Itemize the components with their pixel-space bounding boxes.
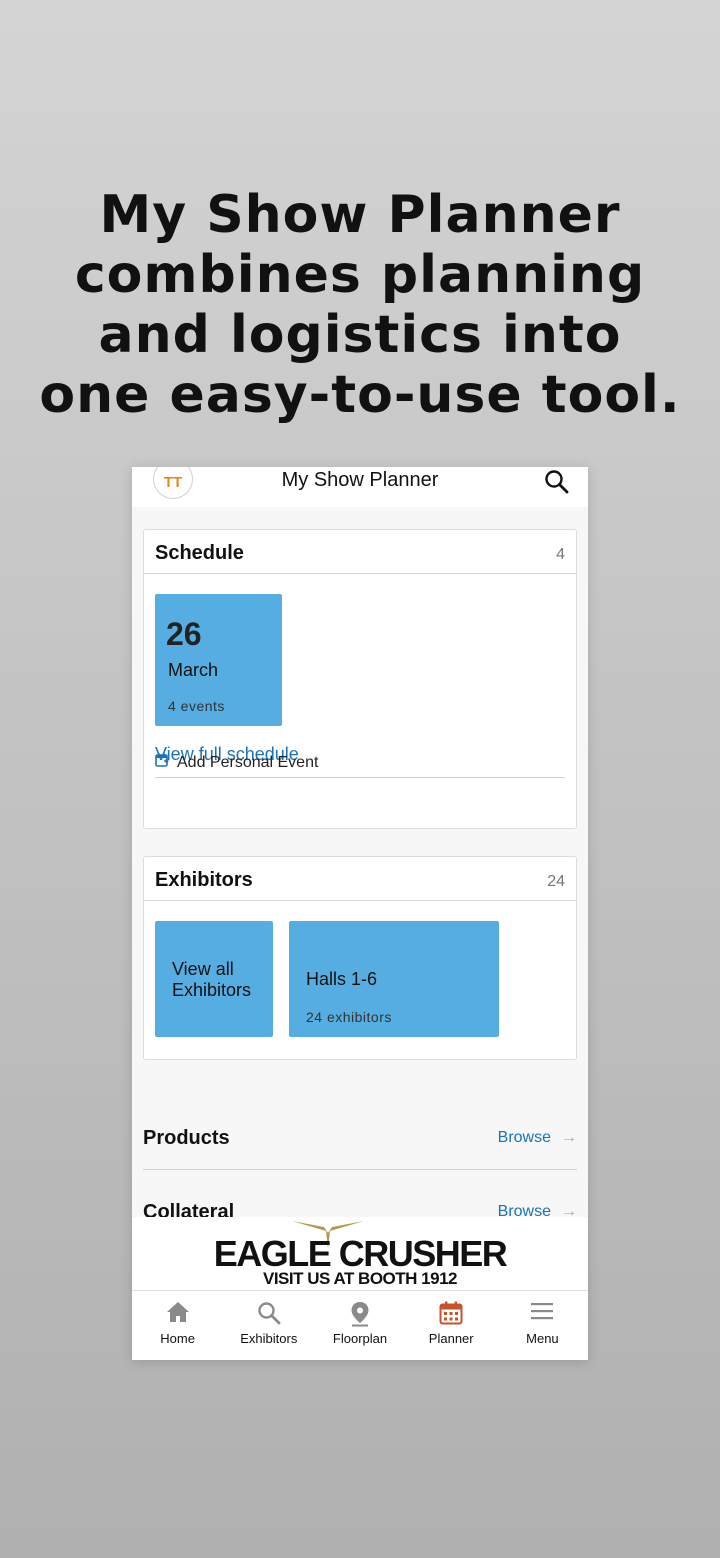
tab-planner[interactable]: Planner	[406, 1291, 497, 1360]
promo-headline: My Show Planner combines planning and lo…	[0, 185, 720, 425]
exhibitors-count: 24	[547, 873, 565, 890]
schedule-count: 4	[556, 546, 565, 563]
search-icon[interactable]	[544, 469, 570, 495]
add-personal-event-label: Add Personal Event	[177, 753, 319, 771]
tab-home-label: Home	[160, 1331, 195, 1346]
tab-exhibitors[interactable]: Exhibitors	[223, 1291, 314, 1360]
products-title: Products	[143, 1127, 230, 1149]
view-all-line-2: Exhibitors	[172, 980, 252, 1000]
halls-count: 24 exhibitors	[306, 1009, 392, 1025]
tab-floorplan[interactable]: Floorplan	[314, 1291, 405, 1360]
divider	[143, 1169, 577, 1170]
exhibitors-title: Exhibitors	[155, 869, 253, 891]
date-events-count: 4 events	[168, 698, 225, 714]
date-month: March	[168, 660, 219, 680]
tab-home[interactable]: Home	[132, 1291, 223, 1360]
app-screen: TT My Show Planner Schedule 4 26 March 4…	[132, 467, 588, 1360]
schedule-card: Schedule 4 26 March 4 events View full s…	[143, 529, 577, 829]
halls-tile[interactable]: Halls 1-6 24 exhibitors	[289, 921, 499, 1037]
headline-line-4: one easy-to-use tool.	[39, 365, 681, 425]
headline-line-2: combines planning	[74, 245, 646, 305]
sponsor-banner[interactable]: EAGLE CRUSHER VISIT US AT BOOTH 1912	[132, 1217, 588, 1290]
calendar-icon	[439, 1301, 463, 1325]
products-browse-link[interactable]: Browse	[498, 1129, 551, 1147]
headline-line-1: My Show Planner	[99, 185, 621, 245]
exhibitors-header: Exhibitors 24	[144, 857, 576, 901]
date-day: 26	[166, 616, 202, 652]
home-icon	[166, 1302, 189, 1322]
tab-menu[interactable]: Menu	[497, 1291, 588, 1360]
menu-icon	[531, 1303, 554, 1320]
top-bar: TT My Show Planner	[132, 467, 588, 507]
view-all-exhibitors-tile[interactable]: View all Exhibitors	[155, 921, 273, 1037]
schedule-title: Schedule	[155, 542, 244, 564]
headline-line-3: and logistics into	[98, 305, 622, 365]
calendar-add-icon	[155, 753, 169, 772]
search-icon	[258, 1302, 281, 1325]
add-personal-event-button[interactable]: Add Personal Event	[155, 753, 318, 772]
divider	[155, 777, 565, 778]
tab-exhibitors-label: Exhibitors	[240, 1331, 298, 1346]
view-all-line-1: View all	[172, 959, 234, 979]
arrow-right-icon: →	[561, 1129, 577, 1146]
bottom-tab-bar: Home Exhibitors Floorplan Planner Menu	[132, 1290, 588, 1360]
map-pin-icon	[351, 1302, 369, 1327]
date-tile[interactable]: 26 March 4 events	[155, 594, 282, 726]
tab-menu-label: Menu	[526, 1331, 559, 1346]
schedule-header: Schedule 4	[144, 530, 576, 574]
exhibitors-card: Exhibitors 24 View all Exhibitors Halls …	[143, 856, 577, 1060]
halls-name: Halls 1-6	[306, 969, 378, 989]
tab-planner-label: Planner	[428, 1331, 474, 1346]
page-title: My Show Planner	[281, 469, 439, 491]
tab-floorplan-label: Floorplan	[332, 1331, 388, 1346]
banner-tagline: VISIT US AT BOOTH 1912	[263, 1269, 458, 1288]
products-row[interactable]: Products Browse →	[143, 1117, 577, 1167]
